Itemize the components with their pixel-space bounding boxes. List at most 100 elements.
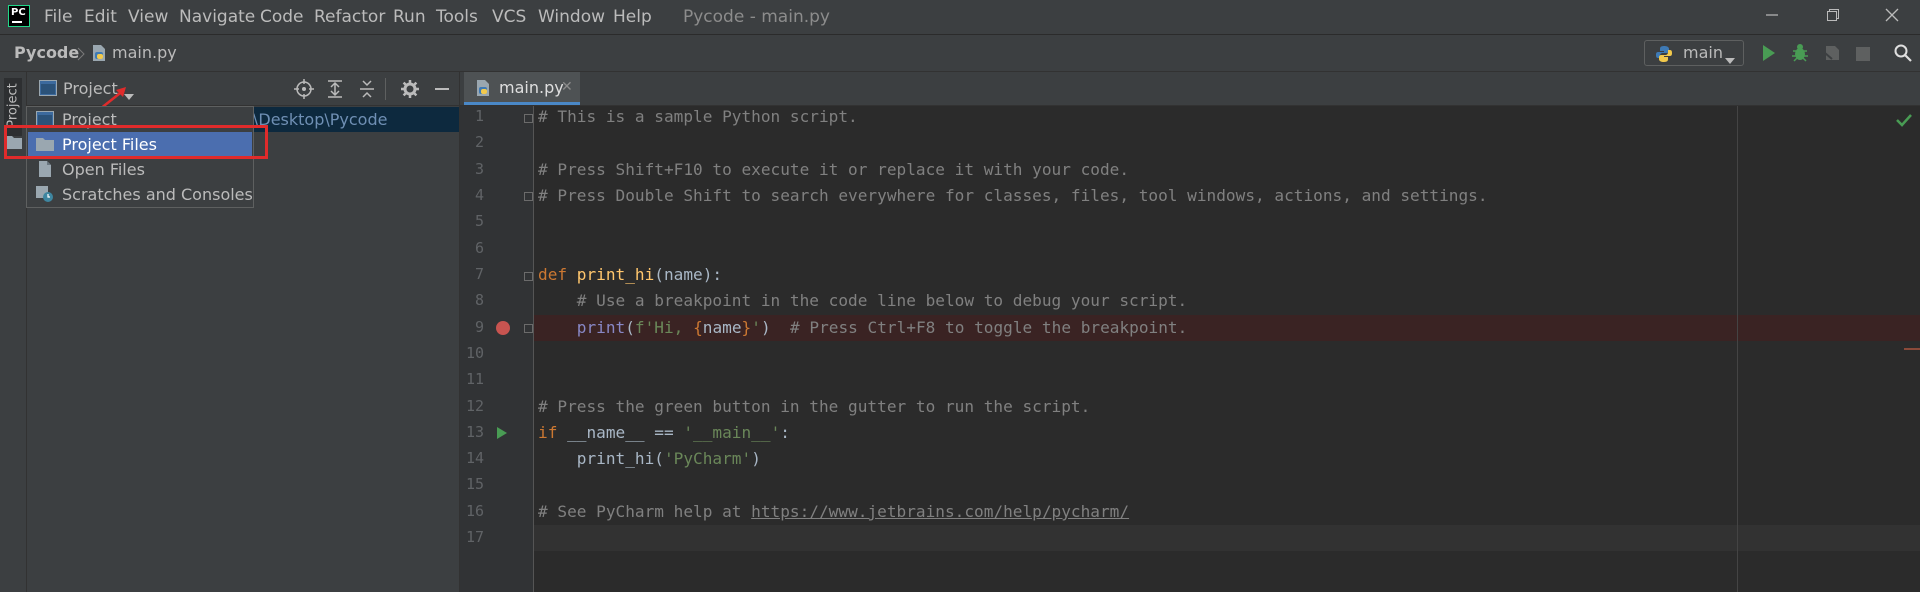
run-gutter-icon[interactable] [497, 427, 507, 439]
fstring-part: f'Hi, [634, 318, 694, 337]
menu-tools[interactable]: Tools [436, 0, 478, 34]
annotation-highlight-box [4, 125, 268, 159]
menu-code[interactable]: Code [260, 0, 304, 34]
code-line-8[interactable]: # Use a breakpoint in the code line belo… [538, 291, 1187, 310]
line-number: 1 [474, 107, 484, 125]
breakpoint-icon[interactable] [496, 321, 510, 335]
tab-close-icon[interactable]: ✕ [561, 72, 573, 103]
fstring-brace: } [741, 318, 752, 337]
fold-marker-icon[interactable] [524, 114, 533, 123]
check-icon[interactable] [1896, 112, 1912, 131]
menu-help[interactable]: Help [613, 0, 652, 34]
menu-vcs[interactable]: VCS [492, 0, 526, 34]
line-number: 15 [465, 475, 484, 493]
fstring-part: ' [751, 318, 761, 337]
search-icon[interactable] [1894, 44, 1912, 66]
scratches-icon [36, 186, 54, 202]
line-number: 11 [465, 370, 484, 388]
title-bar: PC File Edit View Navigate Code Refactor… [0, 0, 1920, 34]
coverage-icon[interactable] [1823, 44, 1841, 66]
breadcrumb-project[interactable]: Pycode [14, 35, 79, 71]
python-icon [1655, 45, 1673, 67]
run-config-label: main [1683, 43, 1723, 62]
menu-run[interactable]: Run [393, 0, 426, 34]
condition: __name__ == [557, 423, 684, 442]
minimize-panel-icon[interactable] [431, 78, 453, 100]
collapse-all-icon[interactable] [356, 78, 378, 100]
code-line-4[interactable]: # Press Double Shift to search everywher… [538, 186, 1488, 205]
caret-line-highlight [534, 525, 1920, 551]
error-stripe-mark[interactable] [1904, 348, 1920, 350]
editor-tab-strip: main.py ✕ [460, 72, 1920, 106]
line-number: 6 [474, 239, 484, 257]
expand-all-icon[interactable] [324, 78, 346, 100]
line-number: 5 [474, 212, 484, 230]
code-line-12[interactable]: # Press the green button in the gutter t… [538, 397, 1090, 416]
line-number: 2 [474, 133, 484, 151]
file-icon [36, 161, 54, 177]
paren: ( [625, 318, 635, 337]
line-number: 12 [465, 397, 484, 415]
menu-navigate[interactable]: Navigate [179, 0, 255, 34]
code-line-3[interactable]: # Press Shift+F10 to execute it or repla… [538, 160, 1129, 179]
inline-comment: # Press Ctrl+F8 to toggle the breakpoint… [790, 318, 1188, 337]
right-margin-guide [1737, 106, 1738, 592]
locate-icon[interactable] [293, 78, 315, 100]
line-number: 14 [465, 449, 484, 467]
line-number: 4 [474, 186, 484, 204]
code-line-16[interactable]: # See PyCharm help at https://www.jetbra… [538, 502, 1129, 521]
paren: ) [751, 449, 761, 468]
menu-edit[interactable]: Edit [84, 0, 117, 34]
python-file-icon [476, 80, 490, 100]
header-divider [385, 78, 386, 100]
run-configuration-selector[interactable]: main [1644, 40, 1744, 66]
popup-item-open-files[interactable]: Open Files [28, 157, 252, 182]
pycharm-logo-icon: PC [8, 5, 30, 27]
fstring-var: name [702, 318, 742, 337]
fstring-brace: { [693, 318, 703, 337]
code-line-7[interactable]: def print_hi(name): [538, 265, 722, 284]
function-name: print_hi [576, 265, 655, 284]
fold-marker-icon[interactable] [524, 324, 533, 333]
restore-icon[interactable] [1810, 0, 1856, 34]
close-icon[interactable] [1869, 0, 1915, 34]
code-line-1[interactable]: # This is a sample Python script. [538, 107, 858, 126]
breadcrumb-file[interactable]: main.py [112, 35, 177, 71]
help-link[interactable]: https://www.jetbrains.com/help/pycharm/ [751, 502, 1129, 521]
line-number: 8 [474, 291, 484, 309]
line-number: 9 [474, 318, 484, 336]
builtin-print: print [576, 318, 626, 337]
breadcrumb-separator-icon [77, 35, 85, 71]
string-literal: '__main__' [683, 423, 781, 442]
keyword-if: if [538, 423, 558, 442]
code-line-14[interactable]: print_hi('PyCharm') [538, 449, 761, 468]
code-line-13[interactable]: if __name__ == '__main__': [538, 423, 790, 442]
window-title: Pycode - main.py [683, 7, 830, 27]
menu-window[interactable]: Window [538, 0, 605, 34]
call: print_hi( [538, 449, 664, 468]
fold-marker-icon[interactable] [524, 272, 533, 281]
run-icon[interactable] [1761, 44, 1777, 66]
paren: ) [760, 318, 791, 337]
minimize-icon[interactable] [1749, 0, 1795, 34]
string-literal: 'PyCharm' [663, 449, 752, 468]
project-root-path: \Desktop\Pycode [253, 110, 388, 129]
comment: # See PyCharm help at [538, 502, 752, 521]
line-number: 10 [465, 344, 484, 362]
line-number: 16 [465, 502, 484, 520]
code-line-9[interactable]: print(f'Hi, {name}') # Press Ctrl+F8 to … [538, 318, 1188, 337]
python-file-icon [92, 45, 106, 65]
menu-view[interactable]: View [128, 0, 168, 34]
tab-main-py[interactable]: main.py ✕ [464, 72, 580, 105]
fold-marker-icon[interactable] [524, 192, 533, 201]
menu-file[interactable]: File [44, 0, 72, 34]
params: (name): [654, 265, 723, 284]
gear-icon[interactable] [399, 78, 421, 100]
popup-item-label: Open Files [62, 160, 145, 179]
line-number: 13 [465, 423, 484, 441]
stop-icon[interactable] [1856, 46, 1870, 65]
line-number: 17 [465, 528, 484, 546]
menu-refactor[interactable]: Refactor [314, 0, 385, 34]
debug-icon[interactable] [1790, 43, 1810, 67]
popup-item-scratches-and-consoles[interactable]: Scratches and Consoles [28, 182, 253, 207]
